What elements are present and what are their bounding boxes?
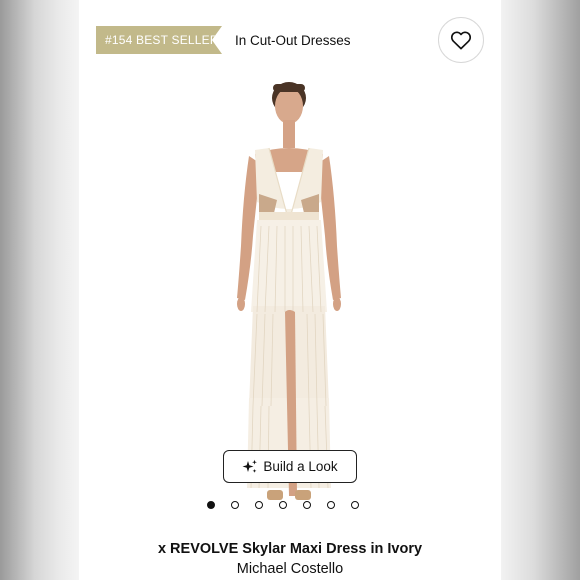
category-link[interactable]: In Cut-Out Dresses: [235, 33, 351, 48]
product-card: #154 BEST SELLER In Cut-Out Dresses Buil…: [79, 0, 501, 580]
carousel-dot[interactable]: [351, 501, 359, 509]
carousel-indicators: [207, 501, 359, 509]
carousel-dot[interactable]: [207, 501, 215, 509]
heart-outline-icon: [450, 31, 472, 50]
carousel-dot[interactable]: [327, 501, 335, 509]
favorite-button[interactable]: [438, 17, 484, 63]
product-brand[interactable]: Michael Costello: [79, 561, 501, 577]
carousel-dot[interactable]: [279, 501, 287, 509]
carousel-dot[interactable]: [231, 501, 239, 509]
best-seller-badge[interactable]: #154 BEST SELLER: [96, 26, 222, 54]
build-a-look-button[interactable]: Build a Look: [223, 450, 357, 483]
product-title: x REVOLVE Skylar Maxi Dress in Ivory: [157, 541, 423, 557]
sparkles-icon: [242, 459, 258, 473]
build-a-look-label: Build a Look: [263, 459, 338, 474]
carousel-dot[interactable]: [303, 501, 311, 509]
carousel-dot[interactable]: [255, 501, 263, 509]
